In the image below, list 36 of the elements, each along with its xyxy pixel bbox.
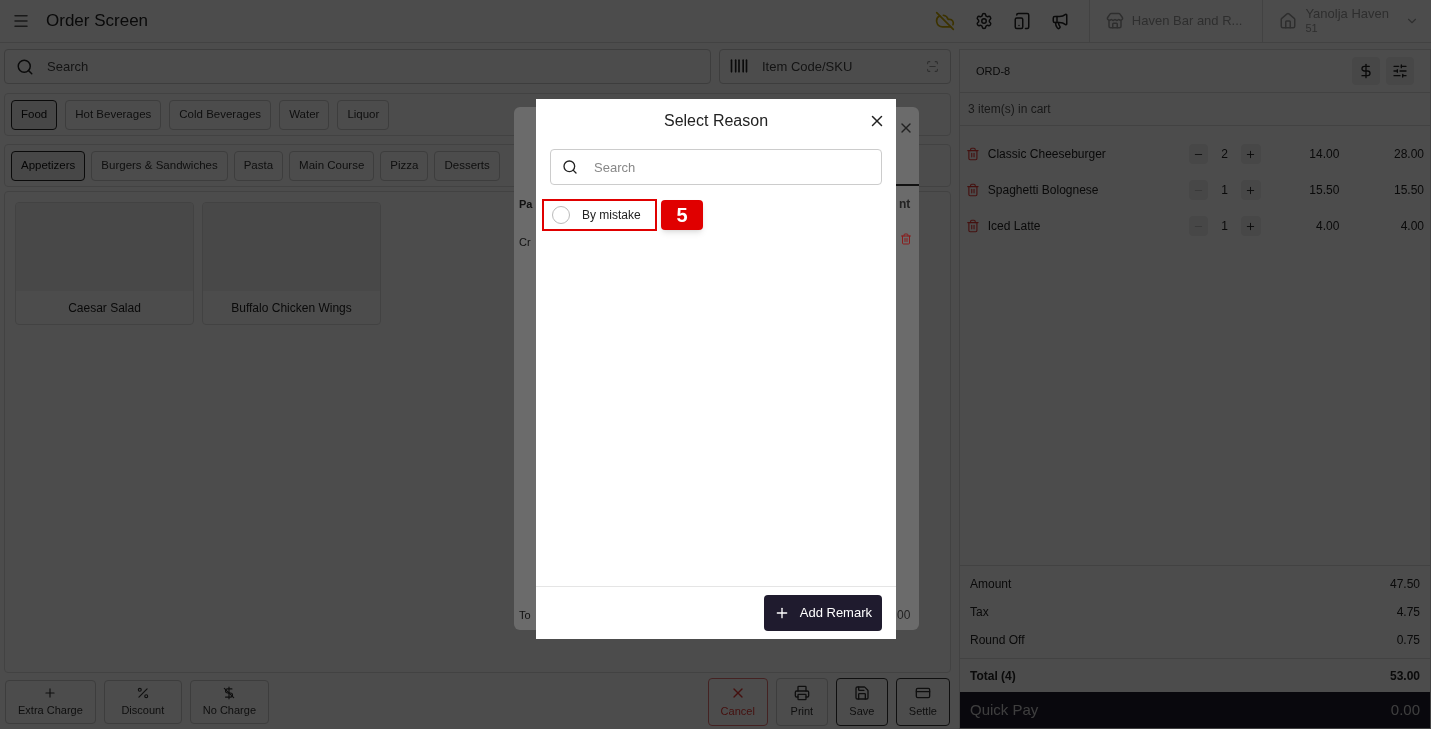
- item-total: 28.00: [1392, 146, 1424, 163]
- item-quantity: 1: [1220, 182, 1229, 199]
- column-header: Pa: [519, 197, 533, 212]
- dialog-title: Select Reason: [663, 111, 769, 131]
- item-total: 4.00: [1399, 218, 1424, 235]
- summary-value: 0.75: [1396, 632, 1420, 649]
- column-header: nt: [899, 196, 911, 213]
- search-icon: [562, 159, 578, 175]
- trash-icon[interactable]: [900, 233, 912, 245]
- summary-value: 47.50: [1389, 576, 1420, 593]
- reason-option[interactable]: By mistake: [542, 199, 657, 231]
- product-name: Buffalo Chicken Wings: [230, 299, 353, 317]
- item-name: Classic Cheeseburger: [987, 146, 1107, 163]
- total-label: To: [519, 608, 531, 623]
- item-price: 14.00: [1308, 146, 1340, 163]
- order-number: ORD-8: [976, 63, 1011, 79]
- total-value: 00: [897, 607, 911, 624]
- total-value: 53.00: [1389, 667, 1420, 685]
- item-name: Spaghetti Bolognese: [987, 182, 1100, 199]
- summary-value: 4.75: [1396, 604, 1420, 621]
- page-title: Order Screen: [46, 10, 149, 33]
- total-label: Total (4): [970, 667, 1016, 685]
- add-remark-button[interactable]: Add Remark: [763, 595, 882, 631]
- step-badge: 5: [661, 200, 703, 230]
- summary-label: Amount: [970, 576, 1012, 593]
- summary-label: Round Off: [970, 632, 1025, 649]
- item-total: 15.50: [1392, 182, 1424, 199]
- item-quantity: 2: [1220, 146, 1229, 163]
- summary-label: Tax: [970, 604, 989, 621]
- item-price: 15.50: [1308, 182, 1340, 199]
- table-cell-text: Cr: [519, 235, 531, 250]
- item-quantity: 1: [1220, 218, 1229, 235]
- product-name: Caesar Salad: [67, 299, 142, 317]
- item-price: 4.00: [1314, 218, 1340, 235]
- reason-search-field[interactable]: Search: [550, 149, 882, 185]
- item-name: Iced Latte: [987, 218, 1042, 235]
